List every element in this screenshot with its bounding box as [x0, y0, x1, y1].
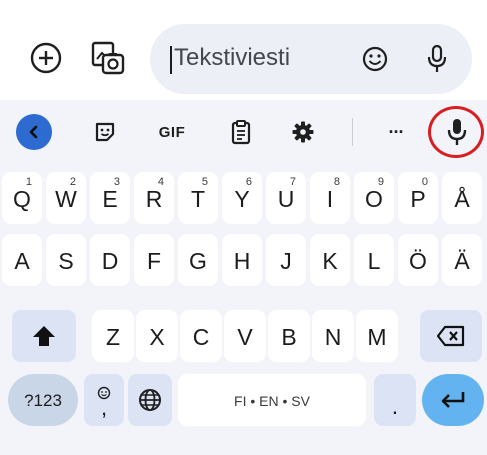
key-o[interactable]: O9 — [354, 172, 394, 224]
key-o-umlaut[interactable]: Ö — [398, 234, 438, 286]
space-key[interactable]: FI • EN • SV — [178, 374, 366, 426]
backspace-key[interactable] — [420, 310, 482, 362]
key-k[interactable]: K — [310, 234, 350, 286]
gear-icon — [292, 121, 314, 143]
message-input[interactable]: Tekstiviesti — [150, 24, 472, 94]
on-screen-keyboard: GIF ··· Q 1 W 2 E 3 R 4 T 5 Y 6 U 7 I 8 … — [0, 100, 487, 455]
enter-arrow-icon — [441, 392, 465, 408]
key-z[interactable]: Z — [92, 310, 134, 362]
highlight-circle — [428, 106, 484, 158]
backspace-icon — [436, 325, 465, 347]
enter-key[interactable] — [422, 374, 484, 426]
more-button[interactable]: ··· — [378, 114, 414, 150]
emoji-comma-key[interactable]: , — [84, 374, 124, 426]
key-h[interactable]: H — [222, 234, 262, 286]
key-t[interactable]: T5 — [178, 172, 218, 224]
key-v[interactable]: V — [224, 310, 266, 362]
key-l[interactable]: L — [354, 234, 394, 286]
key-s[interactable]: S — [46, 234, 86, 286]
key-a[interactable]: A — [2, 234, 42, 286]
toolbar-back-button[interactable] — [16, 114, 52, 150]
key-q[interactable]: Q1 — [2, 172, 42, 224]
microphone-icon — [427, 44, 447, 72]
key-j[interactable]: J — [266, 234, 306, 286]
key-c[interactable]: C — [180, 310, 222, 362]
key-b[interactable]: B — [268, 310, 310, 362]
globe-icon — [139, 389, 161, 411]
key-p[interactable]: P0 — [398, 172, 438, 224]
emoji-button[interactable] — [360, 44, 390, 74]
message-composer: Tekstiviesti — [0, 0, 487, 100]
more-icon: ··· — [388, 121, 405, 142]
message-placeholder: Tekstiviesti — [174, 44, 291, 71]
gallery-camera-icon — [91, 41, 125, 75]
voice-message-button[interactable] — [424, 42, 450, 76]
smiley-icon — [362, 46, 388, 72]
key-w[interactable]: W2 — [46, 172, 86, 224]
clipboard-icon — [231, 120, 251, 145]
key-e[interactable]: E3 — [90, 172, 130, 224]
key-u[interactable]: U7 — [266, 172, 306, 224]
sticker-icon — [95, 122, 115, 142]
key-f[interactable]: F — [134, 234, 174, 286]
settings-button[interactable] — [286, 114, 320, 150]
period-key[interactable]: . — [374, 374, 416, 426]
shift-arrow-icon — [33, 326, 55, 346]
key-r[interactable]: R4 — [134, 172, 174, 224]
key-i[interactable]: I8 — [310, 172, 350, 224]
key-g[interactable]: G — [178, 234, 218, 286]
sticker-button[interactable] — [88, 114, 122, 150]
symbols-key[interactable]: ?123 — [8, 374, 78, 426]
key-m[interactable]: M — [356, 310, 398, 362]
comma-label: , — [100, 395, 108, 420]
gallery-camera-button[interactable] — [88, 38, 128, 78]
keyboard-toolbar: GIF ··· — [0, 100, 487, 164]
key-a-ring[interactable]: Å — [442, 172, 482, 224]
key-a-umlaut[interactable]: Ä — [442, 234, 482, 286]
add-attachment-button[interactable] — [28, 40, 64, 76]
gif-label: GIF — [158, 123, 186, 141]
toolbar-divider — [352, 118, 353, 146]
language-key[interactable] — [128, 374, 172, 426]
key-d[interactable]: D — [90, 234, 130, 286]
key-x[interactable]: X — [136, 310, 178, 362]
gif-button[interactable]: GIF — [150, 114, 194, 150]
text-cursor — [170, 46, 172, 74]
shift-key[interactable] — [12, 310, 76, 362]
chevron-left-icon — [29, 125, 38, 139]
key-n[interactable]: N — [312, 310, 354, 362]
key-y[interactable]: Y6 — [222, 172, 262, 224]
clipboard-button[interactable] — [224, 114, 258, 150]
plus-circle-icon — [30, 42, 62, 74]
